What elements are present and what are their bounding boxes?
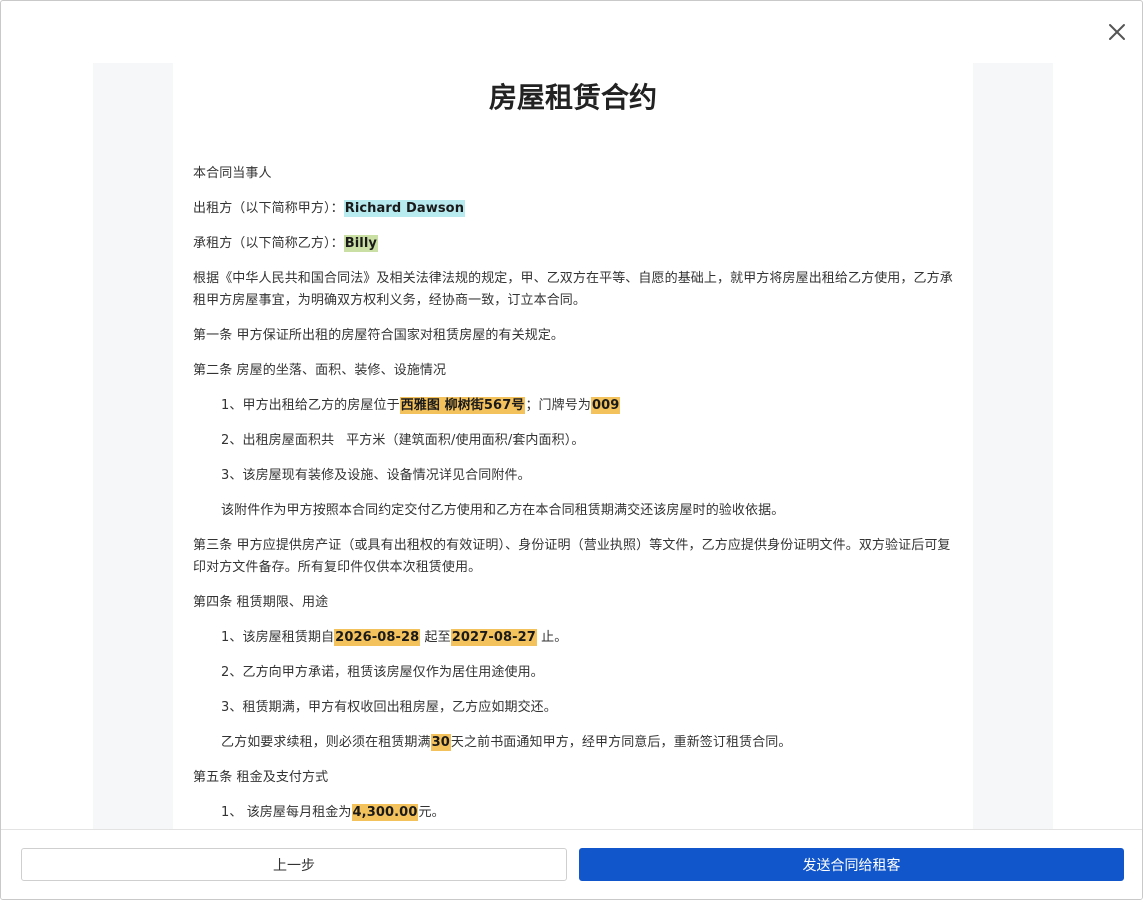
article-2-item-1: 1、甲方出租给乙方的房屋位于西雅图 柳树街567号；门牌号为009 (193, 395, 953, 417)
landlord-name-field: Richard Dawson (343, 200, 466, 217)
article-2-heading: 第二条 房屋的坐落、面积、装修、设施情况 (193, 363, 447, 378)
rent-field: 4,300.00 (351, 804, 419, 821)
parties-heading: 本合同当事人 (193, 166, 272, 181)
article-2-item-2-suffix: 平方米（建筑面积/使用面积/套内面积）。 (346, 433, 585, 448)
article-4-item-1-mid: 起至 (420, 630, 451, 645)
tenant-label: 承租方（以下简称乙方）： (193, 236, 344, 251)
article-1: 第一条 甲方保证所出租的房屋符合国家对租赁房屋的有关规定。 (193, 328, 565, 343)
send-contract-button[interactable]: 发送合同给租客 (579, 848, 1124, 881)
article-4-item-2: 2、乙方向甲方承诺，租赁该房屋仅作为居住用途使用。 (221, 665, 544, 680)
article-2-item-1-mid: ；门牌号为 (525, 398, 591, 413)
close-icon (1109, 24, 1125, 40)
article-3: 第三条 甲方应提供房产证（或具有出租权的有效证明）、身份证明（营业执照）等文件，… (193, 538, 951, 575)
dialog-footer: 上一步 发送合同给租客 (1, 829, 1142, 899)
contract-preview-dialog: 房屋租赁合约 本合同当事人 出租方（以下简称甲方）：Richard Dawson… (0, 0, 1143, 900)
article-5-heading: 第五条 租金及支付方式 (193, 770, 329, 785)
article-4-heading: 第四条 租赁期限、用途 (193, 595, 329, 610)
renewal-prefix: 乙方如要求续租，则必须在租赁期满 (221, 735, 431, 750)
article-4-renewal: 乙方如要求续租，则必须在租赁期满30天之前书面通知甲方，经甲方同意后，重新签订租… (193, 732, 953, 754)
tenant-line: 承租方（以下简称乙方）：Billy (193, 233, 953, 255)
article-2-item-2: 2、出租房屋面积共 平方米（建筑面积/使用面积/套内面积）。 (193, 430, 953, 452)
document-scroll-area[interactable]: 房屋租赁合约 本合同当事人 出租方（以下简称甲方）：Richard Dawson… (93, 63, 1053, 829)
article-4-item-1: 1、该房屋租赁期自2026-08-28 起至2027-08-27 止。 (193, 627, 953, 649)
article-4-item-3: 3、租赁期满，甲方有权收回出租房屋，乙方应如期交还。 (221, 700, 557, 715)
landlord-line: 出租方（以下简称甲方）：Richard Dawson (193, 198, 953, 220)
article-2-item-1-prefix: 1、甲方出租给乙方的房屋位于 (221, 398, 400, 413)
article-2-note: 该附件作为甲方按照本合同约定交付乙方使用和乙方在本合同租赁期满交还该房屋时的验收… (221, 503, 785, 518)
article-5-item-1-suffix: 元。 (418, 805, 445, 820)
article-4-item-1-prefix: 1、该房屋租赁期自 (221, 630, 335, 645)
start-date-field: 2026-08-28 (334, 629, 421, 646)
close-button[interactable] (1104, 19, 1130, 45)
article-5-item-1-prefix: 1、 该房屋每月租金为 (221, 805, 352, 820)
article-5-item-1: 1、 该房屋每月租金为4,300.00元。 (193, 802, 953, 824)
landlord-label: 出租方（以下简称甲方）： (193, 201, 344, 216)
article-2-item-3: 3、该房屋现有装修及设施、设备情况详见合同附件。 (221, 468, 531, 483)
tenant-name-field: Billy (343, 235, 378, 252)
renewal-suffix: 天之前书面通知甲方，经甲方同意后，重新签订租赁合同。 (450, 735, 792, 750)
preamble-paragraph: 根据《中华人民共和国合同法》及相关法律法规的规定，甲、乙双方在平等、自愿的基础上… (193, 271, 953, 308)
contract-title: 房屋租赁合约 (488, 81, 657, 114)
article-4-item-1-suffix: 止。 (536, 630, 568, 645)
article-2-item-2-prefix: 2、出租房屋面积共 (221, 433, 335, 448)
end-date-field: 2027-08-27 (450, 629, 537, 646)
door-number-field: 009 (590, 397, 621, 414)
previous-step-button[interactable]: 上一步 (21, 848, 567, 881)
renewal-days-field: 30 (430, 734, 451, 751)
contract-paper: 房屋租赁合约 本合同当事人 出租方（以下简称甲方）：Richard Dawson… (173, 63, 973, 829)
address-field: 西雅图 柳树街567号 (399, 397, 526, 414)
